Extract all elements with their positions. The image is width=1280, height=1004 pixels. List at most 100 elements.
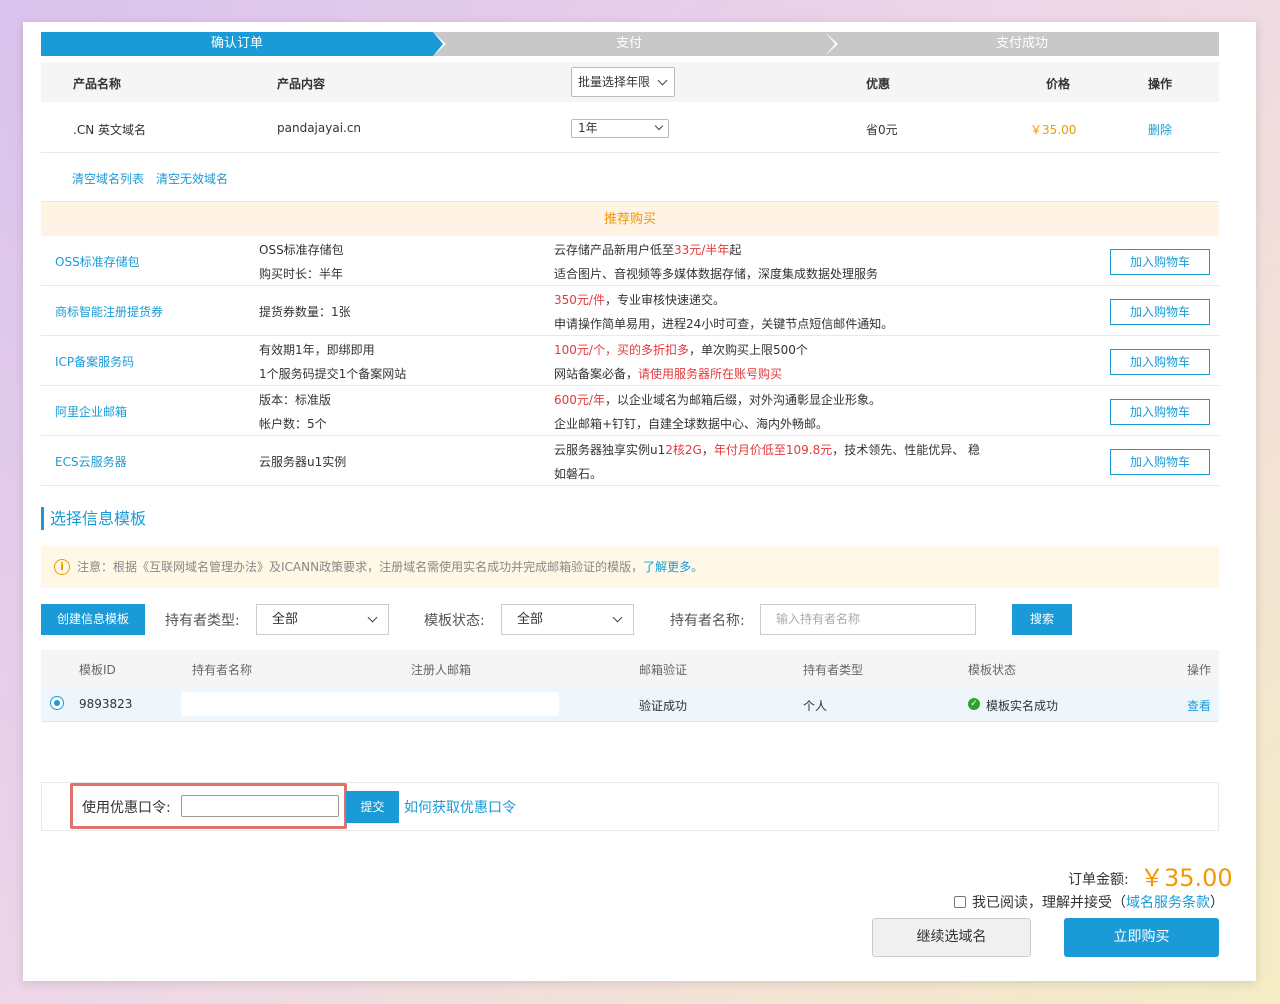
period-select-value: 1年 <box>578 121 598 135</box>
learn-more-link[interactable]: 了解更多。 <box>643 560 703 574</box>
agree-label: 我已阅读，理解并接受 <box>972 895 1112 911</box>
recommend-item-name[interactable]: ICP备案服务码 <box>55 353 134 370</box>
recommend-item-desc: 350元/件，专业审核快速递交。 <box>554 291 725 308</box>
coupon-input[interactable] <box>181 795 339 817</box>
buy-now-button[interactable]: 立即购买 <box>1064 918 1219 957</box>
divider <box>41 152 1219 153</box>
delete-link[interactable]: 删除 <box>1148 121 1172 138</box>
recommend-item-spec: 版本：标准版 <box>259 393 332 407</box>
clear-domain-list-link[interactable]: 清空域名列表 <box>72 170 144 187</box>
add-to-cart-button[interactable]: 加入购物车 <box>1110 349 1210 375</box>
holder-name-input[interactable]: 输入持有者名称 <box>760 604 976 635</box>
recommend-item-desc: 如磐石。 <box>554 467 603 481</box>
add-to-cart-button[interactable]: 加入购物车 <box>1110 299 1210 325</box>
section-title: 选择信息模板 <box>41 507 146 530</box>
product-discount: 省0元 <box>866 123 898 137</box>
desc-highlight: 350元/件 <box>554 293 605 307</box>
recommend-item-spec: 提货券数量：1张 <box>259 305 351 319</box>
desc-text: ，技术领先、性能优异、 稳 <box>832 443 981 457</box>
desc-text: 起 <box>729 243 742 257</box>
add-to-cart-button[interactable]: 加入购物车 <box>1110 449 1210 475</box>
desc-text: ，以企业域名为邮箱后缀，对外沟通彰显企业形象。 <box>604 393 881 407</box>
template-status-value: 全部 <box>517 612 544 627</box>
col-holder-name: 持有者名称 <box>192 663 253 677</box>
continue-select-button[interactable]: 继续选域名 <box>872 918 1031 957</box>
recommend-item-desc: 云存储产品新用户低至33元/半年起 <box>554 241 741 258</box>
holder-type: 个人 <box>803 699 828 713</box>
template-status-select[interactable]: 全部 <box>501 604 634 635</box>
template-table-header: 模板ID 持有者名称 注册人邮箱 邮箱验证 持有者类型 模板状态 操作 <box>41 650 1219 686</box>
desc-highlight: 2核2G <box>665 443 702 457</box>
terms-link[interactable]: 域名服务条款 <box>1126 895 1210 911</box>
holder-type-select[interactable]: 全部 <box>256 604 389 635</box>
holder-type-label: 持有者类型: <box>165 613 240 629</box>
add-to-cart-button[interactable]: 加入购物车 <box>1110 249 1210 275</box>
recommend-item-spec: OSS标准存储包 <box>259 243 344 257</box>
col-template-id: 模板ID <box>79 663 116 677</box>
bulk-period-select[interactable]: 批量选择年限 <box>571 67 675 97</box>
view-link[interactable]: 查看 <box>1187 697 1211 714</box>
progress-steps: 确认订单 支付 支付成功 <box>41 32 1219 56</box>
desc-text: 云服务器独享实例u1 <box>554 443 666 457</box>
col-discount: 优惠 <box>866 77 891 91</box>
recommend-item-desc: 100元/个，买的多折扣多，单次购买上限500个 <box>554 341 808 358</box>
check-circle-icon: ✓ <box>968 698 980 710</box>
recommend-item-name[interactable]: 阿里企业邮箱 <box>55 403 127 420</box>
recommend-item-name[interactable]: 商标智能注册提货券 <box>55 303 163 320</box>
template-row: 9893823 验证成功 个人 ✓ 模板实名成功 查看 <box>41 686 1219 722</box>
notice-banner: i 注意：根据《互联网域名管理办法》及ICANN政策要求，注册域名需使用实名成功… <box>41 546 1219 588</box>
recommend-item-spec: 1个服务码提交1个备案网站 <box>259 367 407 381</box>
recommend-item-name[interactable]: OSS标准存储包 <box>55 253 140 270</box>
period-select[interactable]: 1年 <box>571 119 669 138</box>
recommend-item-spec: 帐户数：5个 <box>259 417 327 431</box>
product-content: pandajayai.cn <box>277 121 362 135</box>
desc-highlight: 年付月价低至109.8元 <box>713 443 833 457</box>
holder-name-label: 持有者名称: <box>670 613 745 629</box>
step-arrow-icon <box>433 32 443 56</box>
recommend-item-name[interactable]: ECS云服务器 <box>55 453 127 470</box>
step-payment-success: 支付成功 <box>825 32 1219 56</box>
recommend-row: ECS云服务器 云服务器u1实例 云服务器独享实例u12核2G，年付月价低至10… <box>41 436 1219 486</box>
desc-text: ，单次购买上限500个 <box>688 343 808 357</box>
create-template-button[interactable]: 创建信息模板 <box>41 604 145 635</box>
total-label: 订单金额: <box>1068 872 1129 888</box>
step-arrow-icon <box>825 32 835 56</box>
chevron-down-icon <box>654 121 664 131</box>
coupon-help-link[interactable]: 如何获取优惠口令 <box>404 797 516 817</box>
desc-highlight: 请使用服务器所在账号购买 <box>638 367 783 381</box>
step-label: 支付成功 <box>995 36 1048 51</box>
coupon-submit-button[interactable]: 提交 <box>346 791 399 823</box>
agree-checkbox[interactable] <box>954 896 966 908</box>
step-label: 支付 <box>615 36 642 51</box>
desc-highlight: 33元/半年 <box>674 243 730 257</box>
add-to-cart-button[interactable]: 加入购物车 <box>1110 399 1210 425</box>
step-confirm-order: 确认订单 <box>41 32 446 56</box>
coupon-label: 使用优惠口令: <box>82 800 171 816</box>
recommend-item-spec: 有效期1年，即绑即用 <box>259 343 375 357</box>
search-button[interactable]: 搜索 <box>1012 604 1072 635</box>
bulk-period-select-value: 批量选择年限 <box>578 75 651 89</box>
chevron-down-icon <box>612 612 623 623</box>
col-action: 操作 <box>1148 77 1173 91</box>
desc-text: 网站备案必备， <box>554 367 639 381</box>
col-price: 价格 <box>1046 77 1071 91</box>
recommend-header: 推荐购买 <box>41 201 1219 236</box>
template-status-label: 模板状态: <box>424 613 485 629</box>
recommend-item-desc: 600元/年，以企业域名为邮箱后缀，对外沟通彰显企业形象。 <box>554 391 881 408</box>
product-table-header: 产品名称 产品内容 批量选择年限 优惠 价格 操作 <box>41 62 1219 102</box>
recommend-item-spec: 购买时长：半年 <box>259 267 344 281</box>
info-icon: i <box>54 559 70 575</box>
recommend-row: ICP备案服务码 有效期1年，即绑即用 1个服务码提交1个备案网站 100元/个… <box>41 336 1219 386</box>
recommend-item-desc: 网站备案必备，请使用服务器所在账号购买 <box>554 365 782 382</box>
chevron-down-icon <box>657 75 668 86</box>
template-radio[interactable] <box>50 696 64 710</box>
recommend-title: 推荐购买 <box>603 212 656 227</box>
recommend-item-spec: 云服务器u1实例 <box>259 455 347 469</box>
product-name: .CN 英文域名 <box>73 123 146 137</box>
recommend-row: 商标智能注册提货券 提货券数量：1张 350元/件，专业审核快速递交。 申请操作… <box>41 286 1219 336</box>
redacted-cell <box>181 692 559 716</box>
product-price: ￥35.00 <box>1030 123 1077 137</box>
col-holder-type: 持有者类型 <box>803 663 864 677</box>
col-product-content: 产品内容 <box>277 77 326 91</box>
clear-invalid-domains-link[interactable]: 清空无效域名 <box>156 170 228 187</box>
